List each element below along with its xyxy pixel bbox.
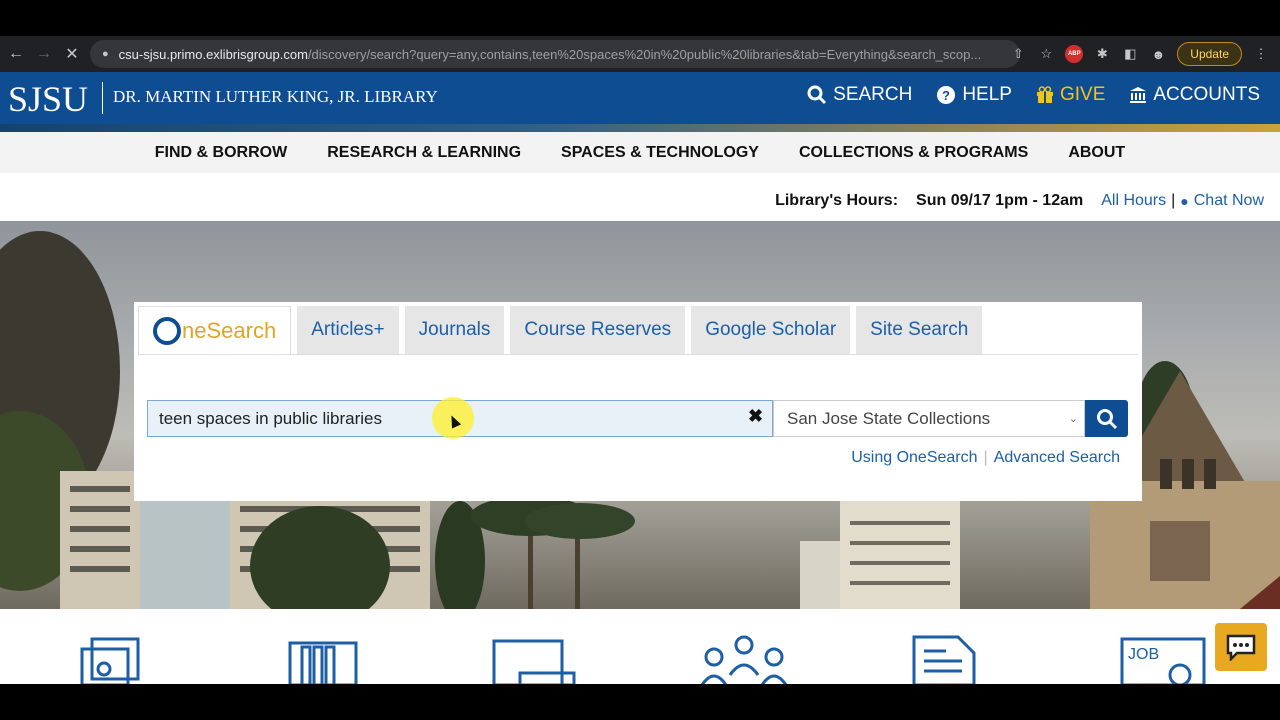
tab-site-search[interactable]: Site Search — [856, 306, 983, 354]
scope-select[interactable]: San Jose State Collections ⌄ — [773, 400, 1085, 437]
document-icon[interactable] — [910, 635, 998, 684]
hours-bar: Library's Hours: Sun 09/17 1pm - 12am Al… — [0, 173, 1280, 221]
star-icon[interactable]: ☆ — [1037, 45, 1055, 63]
search-button[interactable] — [1085, 400, 1128, 437]
adblock-icon[interactable]: ABP — [1065, 45, 1084, 63]
nav-find-borrow[interactable]: FIND & BORROW — [155, 144, 287, 162]
tab-journals[interactable]: Journals — [404, 306, 505, 354]
laptop-icon[interactable] — [492, 635, 577, 684]
job-board-icon[interactable]: JOB — [1120, 635, 1208, 684]
search-icon — [1096, 408, 1117, 429]
help-icon: ? — [937, 86, 956, 104]
lock-icon: ● — [102, 48, 109, 60]
tab-course-reserves[interactable]: Course Reserves — [510, 306, 686, 354]
svg-text:?: ? — [942, 88, 950, 103]
chat-now-link[interactable]: Chat Now — [1194, 192, 1264, 210]
nav-give-label: GIVE — [1059, 84, 1106, 105]
update-button[interactable]: Update — [1177, 42, 1242, 66]
books-icon[interactable] — [288, 635, 358, 684]
using-onesearch-link[interactable]: Using OneSearch — [851, 449, 977, 467]
search-query: teen spaces in public libraries — [159, 408, 383, 428]
chat-widget-button[interactable] — [1215, 623, 1267, 671]
nav-search-label: SEARCH — [833, 84, 913, 105]
main-nav: FIND & BORROW RESEARCH & LEARNING SPACES… — [0, 132, 1280, 173]
links-separator: | — [983, 449, 988, 466]
nav-help-label: HELP — [962, 84, 1012, 105]
chat-icon: ● — [1180, 193, 1189, 209]
extensions-icon[interactable]: ✱ — [1093, 45, 1111, 63]
loading-icon[interactable]: ✕ — [58, 40, 86, 68]
hours-label: Library's Hours: — [775, 192, 899, 209]
forward-icon[interactable]: → — [30, 40, 58, 68]
share-icon[interactable]: ⇧ — [1009, 45, 1027, 63]
search-panel: neSearch Articles+ Journals Course Reser… — [134, 302, 1142, 501]
tabs-divider — [138, 354, 1138, 355]
all-hours-link[interactable]: All Hours — [1101, 192, 1166, 210]
scope-value: San Jose State Collections — [787, 408, 991, 428]
url-host: csu-sjsu.primo.exlibrisgroup.com — [118, 46, 308, 62]
onesearch-label: neSearch — [182, 317, 277, 343]
search-icon — [807, 85, 827, 105]
library-name[interactable]: DR. MARTIN LUTHER KING, JR. LIBRARY — [113, 87, 438, 107]
nav-research-learning[interactable]: RESEARCH & LEARNING — [327, 144, 521, 162]
nav-give[interactable]: GIVE — [1036, 84, 1105, 106]
nav-search[interactable]: SEARCH — [807, 84, 912, 106]
nav-accounts[interactable]: ACCOUNTS — [1129, 84, 1260, 106]
services-strip: JOB — [0, 609, 1280, 684]
tab-articles[interactable]: Articles+ — [297, 306, 399, 354]
header-accent-bar — [0, 124, 1280, 132]
printer-icon[interactable] — [78, 635, 148, 684]
advanced-search-link[interactable]: Advanced Search — [994, 449, 1120, 467]
hours-value: Sun 09/17 1pm - 12am — [916, 192, 1084, 209]
nav-help[interactable]: ? HELP — [936, 84, 1012, 106]
tab-google-scholar[interactable]: Google Scholar — [691, 306, 851, 354]
gift-icon — [1036, 86, 1053, 103]
back-icon[interactable]: ← — [2, 40, 30, 68]
hours-separator: | — [1171, 192, 1176, 209]
group-icon[interactable] — [700, 635, 788, 684]
url-path: /discovery/search?query=any,contains,tee… — [307, 46, 982, 62]
logo-divider — [102, 82, 103, 114]
chevron-down-icon: ⌄ — [1068, 413, 1078, 425]
sjsu-logo[interactable]: SJSU — [8, 78, 88, 120]
address-bar[interactable]: ● csu-sjsu.primo.exlibrisgroup.com /disc… — [90, 40, 1020, 68]
bank-icon — [1130, 87, 1147, 103]
svg-text:JOB: JOB — [1128, 646, 1159, 663]
tab-onesearch[interactable]: neSearch — [138, 306, 292, 354]
nav-about[interactable]: ABOUT — [1068, 144, 1125, 162]
browser-toolbar: ← → ✕ ● csu-sjsu.primo.exlibrisgroup.com… — [0, 36, 1280, 72]
chat-bubble-icon — [1226, 634, 1256, 661]
nav-accounts-label: ACCOUNTS — [1153, 84, 1260, 105]
sidepanel-icon[interactable]: ◧ — [1121, 45, 1139, 63]
site-header: SJSU DR. MARTIN LUTHER KING, JR. LIBRARY… — [0, 72, 1280, 126]
nav-spaces-technology[interactable]: SPACES & TECHNOLOGY — [561, 144, 759, 162]
onesearch-logo-icon — [153, 316, 181, 345]
menu-icon[interactable]: ⋮ — [1252, 45, 1270, 63]
clear-search-icon[interactable]: ✖ — [748, 406, 763, 427]
profile-icon[interactable]: ☻ — [1149, 45, 1167, 63]
nav-collections-programs[interactable]: COLLECTIONS & PROGRAMS — [799, 144, 1028, 162]
